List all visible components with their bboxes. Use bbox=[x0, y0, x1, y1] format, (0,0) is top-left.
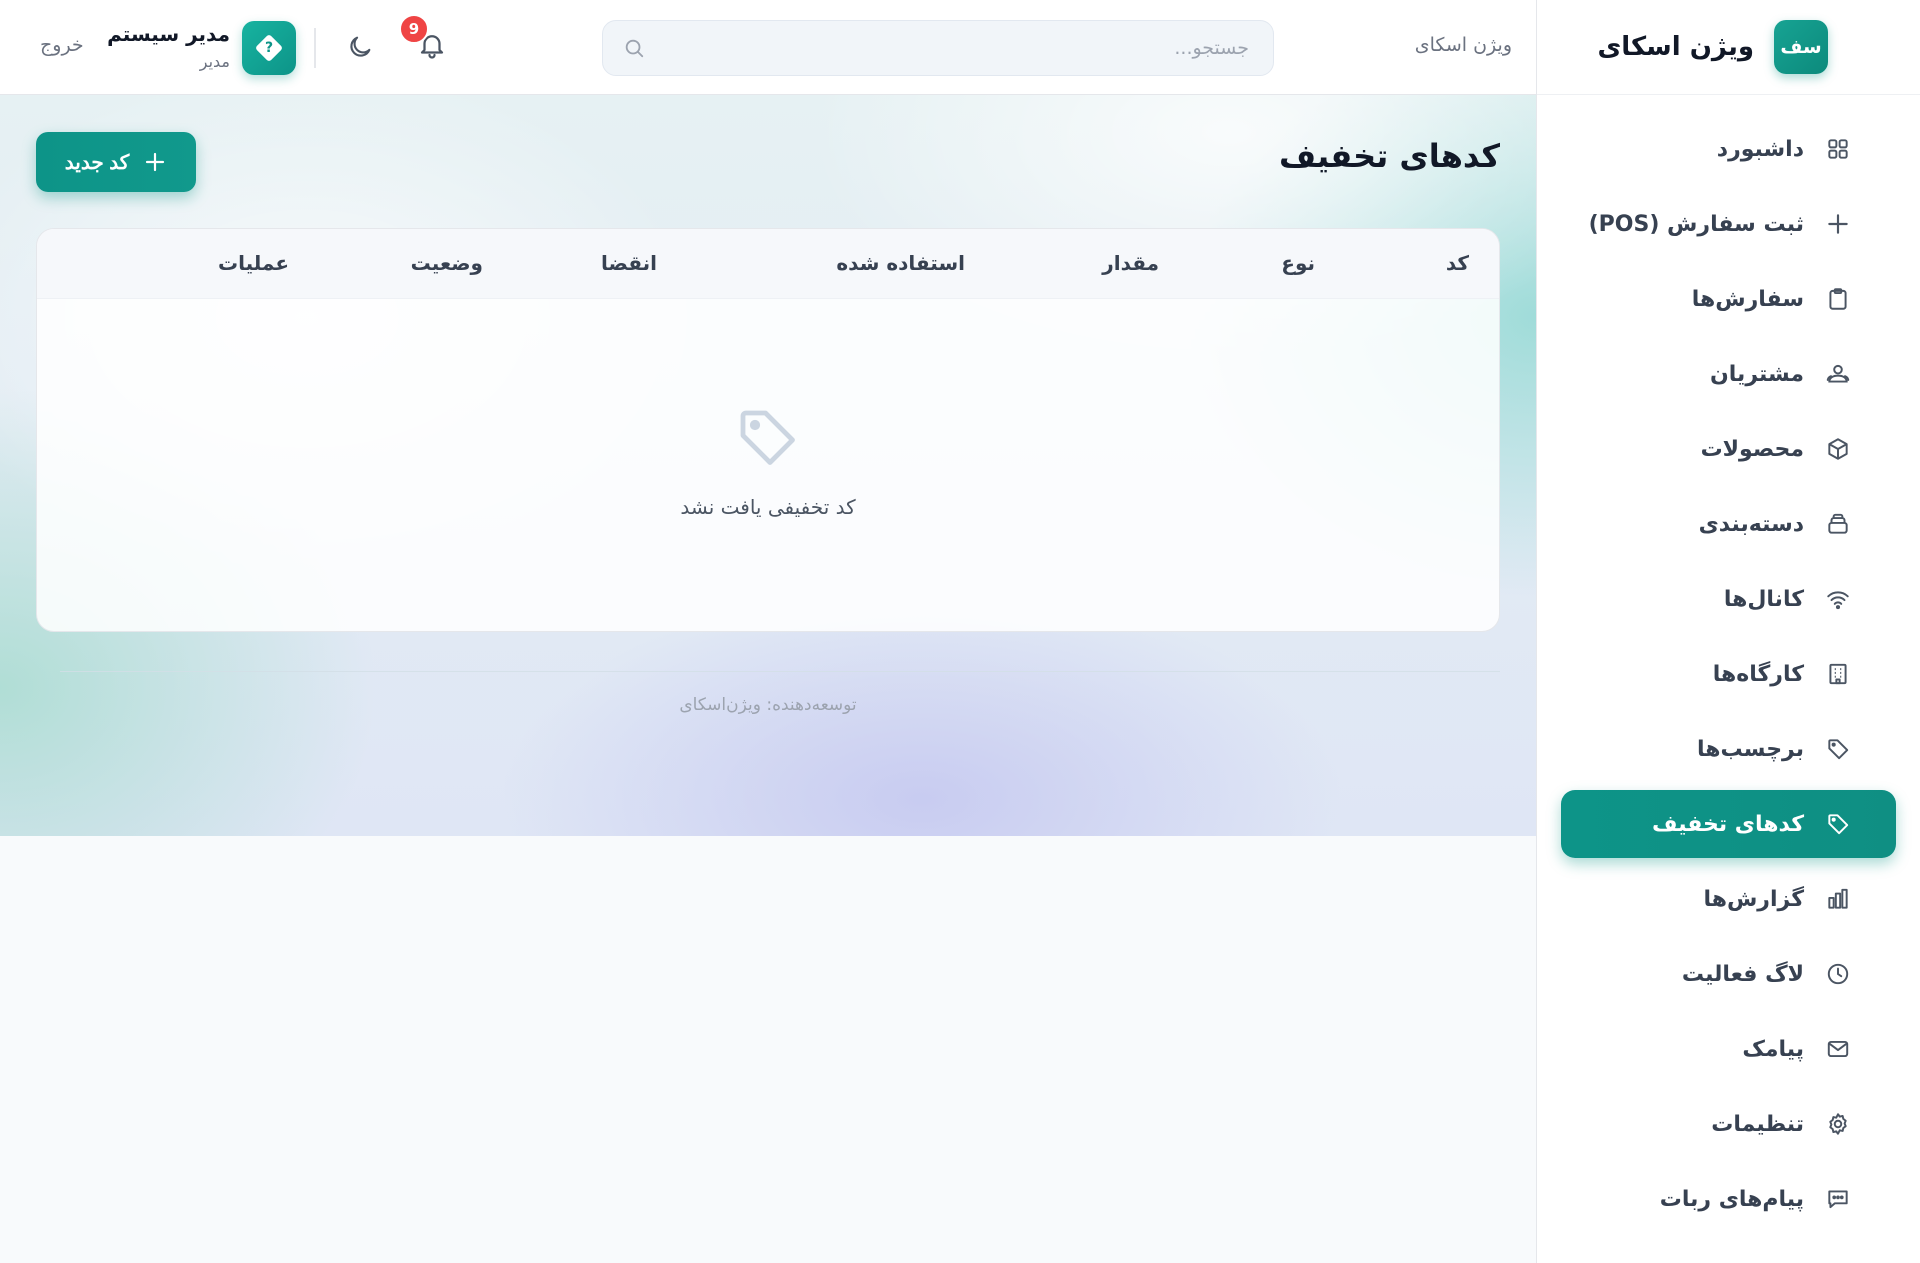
header-site-name: ویژن اسکای bbox=[1414, 34, 1512, 56]
sidebar-item-labels[interactable]: برچسب‌ها bbox=[1561, 715, 1896, 783]
sidebar-item-label: کدهای تخفیف bbox=[1652, 811, 1804, 837]
users-icon bbox=[1824, 360, 1852, 388]
column-header-used: استفاده شده bbox=[836, 251, 965, 275]
notification-badge: 9 bbox=[399, 14, 429, 44]
main-content: کدهای تخفیف کد جدید کد نوع مقدار استفاده… bbox=[0, 95, 1536, 836]
sidebar-item-settings[interactable]: تنظیمات bbox=[1561, 1090, 1896, 1158]
sidebar-item-label: گزارش‌ها bbox=[1703, 886, 1804, 912]
page-title: کدهای تخفیف bbox=[1278, 137, 1500, 175]
tag-icon bbox=[1824, 810, 1852, 838]
sidebar-item-label: دسته‌بندی bbox=[1698, 511, 1804, 537]
bar-chart-icon bbox=[1824, 885, 1852, 913]
plus-icon bbox=[1824, 210, 1852, 238]
tag-icon bbox=[740, 410, 795, 465]
header-divider bbox=[314, 28, 316, 68]
sidebar-item-label: سفارش‌ها bbox=[1691, 286, 1804, 312]
sidebar-item-workshops[interactable]: کارگاه‌ها bbox=[1561, 640, 1896, 708]
user-role: مدیر bbox=[199, 52, 230, 71]
search-icon bbox=[625, 39, 644, 58]
brand-logo: سف bbox=[1774, 20, 1828, 74]
discount-codes-table: کد نوع مقدار استفاده شده انقضا وضعیت عمل… bbox=[36, 228, 1500, 632]
sidebar-nav: داشبورد ثبت سفارش (POS) سفارش‌ها مشتریان… bbox=[1537, 95, 1920, 1233]
column-header-expiry: انقضا bbox=[601, 251, 657, 275]
sidebar-item-label: لاگ فعالیت bbox=[1681, 961, 1804, 987]
sidebar-item-pos[interactable]: ثبت سفارش (POS) bbox=[1561, 190, 1896, 258]
sidebar-item-label: پیام‌های ربات bbox=[1659, 1186, 1804, 1212]
sidebar-item-categories[interactable]: دسته‌بندی bbox=[1561, 490, 1896, 558]
sidebar-item-label: پیامک bbox=[1742, 1036, 1804, 1062]
user-avatar-icon: ? bbox=[264, 40, 274, 56]
sidebar-item-label: کانال‌ها bbox=[1723, 586, 1804, 612]
sidebar-item-reports[interactable]: گزارش‌ها bbox=[1561, 865, 1896, 933]
column-header-status: وضعیت bbox=[410, 251, 483, 275]
plus-icon bbox=[146, 152, 165, 172]
moon-icon[interactable] bbox=[346, 33, 374, 61]
clock-icon bbox=[1824, 960, 1852, 988]
building-icon bbox=[1824, 660, 1852, 688]
chat-icon bbox=[1824, 1185, 1852, 1213]
sidebar-item-label: محصولات bbox=[1700, 436, 1804, 462]
sidebar-item-bot-messages[interactable]: پیام‌های ربات bbox=[1561, 1165, 1896, 1233]
wifi-icon bbox=[1824, 585, 1852, 613]
tag-icon bbox=[1824, 735, 1852, 763]
search-input[interactable] bbox=[653, 21, 1249, 75]
sidebar-item-orders[interactable]: سفارش‌ها bbox=[1561, 265, 1896, 333]
layers-icon bbox=[1824, 510, 1852, 538]
mail-icon bbox=[1824, 1035, 1852, 1063]
sidebar-item-customers[interactable]: مشتریان bbox=[1561, 340, 1896, 408]
gear-icon bbox=[1824, 1110, 1852, 1138]
column-header-actions: عملیات bbox=[217, 251, 289, 275]
sidebar: سف ویژن اسکای داشبورد ثبت سفارش (POS) سف… bbox=[1536, 0, 1920, 1263]
new-code-button-label: کد جدید bbox=[64, 151, 130, 174]
cube-icon bbox=[1824, 435, 1852, 463]
sidebar-item-discount-codes[interactable]: کدهای تخفیف bbox=[1561, 790, 1896, 858]
table-header: کد نوع مقدار استفاده شده انقضا وضعیت عمل… bbox=[37, 229, 1499, 299]
brand-name: ویژن اسکای bbox=[1597, 32, 1754, 62]
sidebar-item-label: برچسب‌ها bbox=[1697, 736, 1804, 762]
column-header-code: کد bbox=[1445, 251, 1469, 275]
sidebar-item-products[interactable]: محصولات bbox=[1561, 415, 1896, 483]
sidebar-item-label: داشبورد bbox=[1716, 136, 1804, 162]
sidebar-item-channels[interactable]: کانال‌ها bbox=[1561, 565, 1896, 633]
brand: سف ویژن اسکای bbox=[1537, 0, 1920, 95]
sidebar-item-dashboard[interactable]: داشبورد bbox=[1561, 115, 1896, 183]
user-name: مدیر سیستم bbox=[107, 22, 230, 46]
top-header: ویژن اسکای 9 ? مدیر سیستم مدیر خروج bbox=[0, 0, 1536, 95]
sidebar-item-label: کارگاه‌ها bbox=[1712, 661, 1804, 687]
sidebar-item-sms[interactable]: پیامک bbox=[1561, 1015, 1896, 1083]
footer-divider bbox=[60, 671, 1500, 672]
user-avatar[interactable]: ? bbox=[242, 21, 296, 75]
new-code-button[interactable]: کد جدید bbox=[36, 132, 196, 192]
sidebar-item-label: ثبت سفارش (POS) bbox=[1588, 211, 1804, 237]
column-header-type: نوع bbox=[1281, 251, 1315, 275]
sidebar-item-label: مشتریان bbox=[1710, 361, 1804, 387]
column-header-value: مقدار bbox=[1102, 251, 1159, 275]
sidebar-item-activity-log[interactable]: لاگ فعالیت bbox=[1561, 940, 1896, 1008]
clipboard-icon bbox=[1824, 285, 1852, 313]
empty-state-message: کد تخفیفی یافت نشد bbox=[680, 495, 856, 519]
sidebar-item-label: تنظیمات bbox=[1711, 1111, 1804, 1137]
search-box[interactable] bbox=[602, 20, 1274, 76]
footer-credit: توسعه‌دهنده: ویژن‌اسکای bbox=[679, 695, 857, 715]
dashboard-grid-icon bbox=[1824, 135, 1852, 163]
logout-link[interactable]: خروج bbox=[40, 34, 84, 56]
